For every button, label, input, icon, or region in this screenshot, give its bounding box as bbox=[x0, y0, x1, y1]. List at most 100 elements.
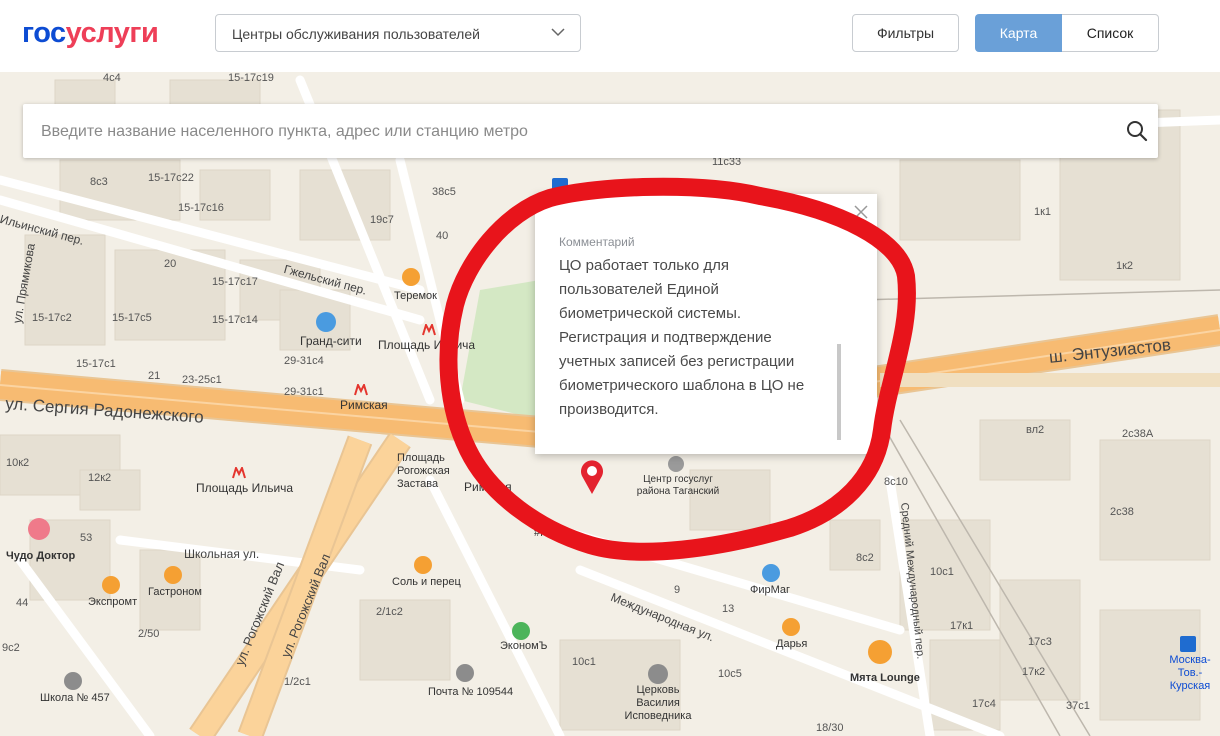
house-number: 15-17с14 bbox=[212, 314, 258, 326]
poi-ploshad-ilicha-2[interactable]: Площадь Ильича bbox=[196, 481, 293, 495]
house-number: 29-31с4 bbox=[284, 355, 324, 367]
house-number: 9 bbox=[674, 584, 681, 596]
house-number: 8с10 bbox=[884, 476, 908, 488]
house-number: 1к2 bbox=[1116, 260, 1134, 272]
house-number: 2с38 bbox=[1110, 506, 1134, 518]
chevron-down-icon bbox=[550, 24, 566, 45]
poi-grand-city[interactable]: Гранд-сити bbox=[300, 334, 362, 348]
search-icon[interactable] bbox=[1126, 120, 1148, 147]
basket-icon[interactable] bbox=[164, 566, 182, 584]
cocktail-glass-icon[interactable] bbox=[868, 640, 892, 664]
category-select-value: Центры обслуживания пользователей bbox=[232, 26, 480, 42]
house-number: 15-17с5 bbox=[112, 312, 152, 324]
office-info-popup: Комментарий ЦО работает только для польз… bbox=[535, 194, 877, 454]
grocery-cross-icon[interactable] bbox=[512, 622, 530, 640]
poi-shkola[interactable]: Школа № 457 bbox=[40, 692, 110, 704]
poi-sol-perec[interactable]: Соль и перец bbox=[392, 576, 461, 588]
house-number: 40 bbox=[436, 230, 449, 242]
basket-icon[interactable] bbox=[782, 618, 800, 636]
house-number: 10к2 bbox=[6, 457, 30, 469]
house-number: 2/50 bbox=[138, 628, 160, 640]
fork-knife-icon[interactable] bbox=[102, 576, 120, 594]
category-select[interactable]: Центры обслуживания пользователей bbox=[215, 14, 581, 52]
house-number: 1/2с1 bbox=[284, 676, 311, 688]
house-number: 8с3 bbox=[90, 176, 108, 188]
poi-pochta[interactable]: Почта № 109544 bbox=[428, 686, 513, 698]
map-pin-icon[interactable] bbox=[580, 458, 604, 499]
house-number: 2/1с2 bbox=[376, 606, 403, 618]
house-number: 15-17с22 bbox=[148, 172, 194, 184]
house-number: 2с38А bbox=[1122, 428, 1154, 440]
house-number: 15-17с2 bbox=[32, 312, 72, 324]
list-view-button[interactable]: Список bbox=[1062, 14, 1159, 52]
mail-envelope-icon[interactable] bbox=[456, 664, 474, 682]
poi-rimskaya-1[interactable]: Римская bbox=[340, 398, 388, 412]
poi-gastronom[interactable]: Гастроном bbox=[148, 586, 202, 598]
house-number: 1к1 bbox=[1034, 206, 1052, 218]
house-number: 53 bbox=[80, 532, 93, 544]
poi-ekspromt[interactable]: Экспромт bbox=[88, 596, 137, 608]
house-number: 15-17с16 bbox=[178, 202, 224, 214]
poi-firmag[interactable]: ФирМаг bbox=[750, 584, 790, 596]
house-number: 8с2 bbox=[856, 552, 874, 564]
map-view-button[interactable]: Карта bbox=[975, 14, 1062, 52]
house-number: 37с1 bbox=[1066, 700, 1090, 712]
house-number: 17с4 bbox=[972, 698, 996, 710]
house-number: 20 bbox=[164, 258, 177, 270]
house-number: 21 bbox=[148, 370, 161, 382]
house-number: 44 bbox=[16, 597, 29, 609]
flag-icon[interactable] bbox=[668, 456, 684, 472]
poi-myata-lounge[interactable]: Мята Lounge bbox=[850, 672, 920, 684]
house-number: 10с1 bbox=[572, 656, 596, 668]
top-header: госуслуги Центры обслуживания пользовате… bbox=[0, 0, 1220, 72]
house-number: 13 bbox=[722, 603, 735, 615]
street-label-shkolnaya: Школьная ул. bbox=[184, 547, 260, 561]
house-number: 38с5 bbox=[432, 186, 456, 198]
shopping-bag-icon[interactable] bbox=[316, 312, 336, 332]
church-cross-icon[interactable] bbox=[648, 664, 668, 684]
poi-moskva-kurskaya[interactable]: Москва-Тов.-Курская bbox=[1160, 654, 1220, 693]
poi-darya[interactable]: Дарья bbox=[776, 638, 807, 650]
house-number: 18/30 bbox=[816, 722, 844, 734]
house-number: 9с2 bbox=[2, 642, 20, 654]
house-number: 17к1 bbox=[950, 620, 974, 632]
poi-ekonom[interactable]: ЭкономЪ bbox=[500, 640, 547, 652]
poi-rogozh-zastava[interactable]: Площадь Рогожская Застава bbox=[397, 452, 487, 491]
house-number: 10с1 bbox=[930, 566, 954, 578]
house-number: 15-17с17 bbox=[212, 276, 258, 288]
house-number: 12к2 bbox=[88, 472, 112, 484]
house-number: 10с5 bbox=[718, 668, 742, 680]
fork-knife-icon[interactable] bbox=[402, 268, 420, 286]
medical-cross-icon[interactable] bbox=[28, 518, 50, 540]
poi-center-gosuslugi[interactable]: Центр госуслуг района Таганский bbox=[636, 474, 720, 498]
shoe-icon[interactable] bbox=[762, 564, 780, 582]
poi-teremok[interactable]: Теремок bbox=[394, 290, 437, 302]
filters-button[interactable]: Фильтры bbox=[852, 14, 959, 52]
train-station-icon[interactable] bbox=[1180, 636, 1196, 652]
popup-scrollbar[interactable] bbox=[837, 344, 841, 440]
comment-text: ЦО работает только для пользователей Еди… bbox=[559, 257, 805, 418]
comment-title: Комментарий bbox=[559, 235, 635, 249]
poi-cerkov[interactable]: Церковь Василия Исповедника bbox=[620, 684, 696, 723]
close-icon[interactable] bbox=[853, 204, 869, 220]
poi-farsh[interactable]: #Farш bbox=[534, 527, 565, 539]
coffee-cup-icon[interactable] bbox=[414, 556, 432, 574]
address-search-bar bbox=[23, 104, 1158, 160]
address-search-input[interactable] bbox=[39, 104, 1113, 160]
house-number: 4с4 bbox=[103, 72, 121, 84]
house-number: 17к2 bbox=[1022, 666, 1046, 678]
house-number: вл2 bbox=[1026, 424, 1045, 436]
house-number: 17с3 bbox=[1028, 636, 1052, 648]
poi-chudo-doktor[interactable]: Чудо Доктор bbox=[6, 550, 75, 562]
school-icon[interactable] bbox=[64, 672, 82, 690]
bus-stop-icon[interactable] bbox=[552, 178, 568, 194]
logo-part-uslugi: услуги bbox=[65, 17, 159, 49]
poi-ploshad-ilicha-1[interactable]: Площадь Ильича bbox=[378, 338, 475, 352]
house-number: 29-31с1 bbox=[284, 386, 324, 398]
logo-part-gos: гос bbox=[22, 17, 66, 49]
house-number: 19с7 bbox=[370, 214, 394, 226]
house-number: 15-17с1 bbox=[76, 358, 116, 370]
house-number: 15-17с19 bbox=[228, 72, 274, 84]
house-number: 23-25с1 bbox=[182, 374, 222, 386]
gosuslugi-logo[interactable]: госуслуги bbox=[22, 17, 159, 50]
